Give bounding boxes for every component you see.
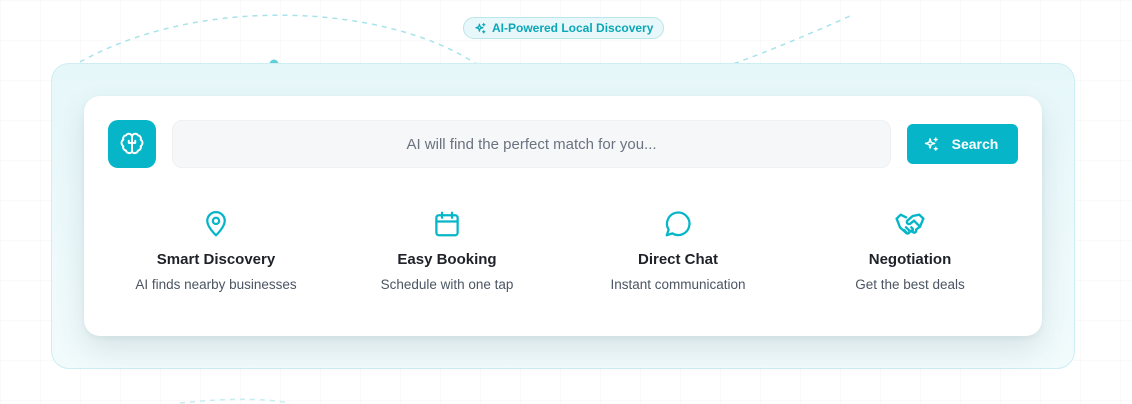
feature-description: Get the best deals [855, 277, 965, 292]
search-button-label: Search [951, 136, 999, 152]
badge-label: AI-Powered Local Discovery [492, 21, 654, 35]
sparkles-icon [924, 136, 938, 151]
search-input[interactable]: AI will find the perfect match for you..… [172, 120, 891, 168]
ai-assistant-button[interactable] [108, 120, 156, 168]
handshake-icon [895, 213, 925, 235]
map-pin-icon [206, 211, 226, 237]
feature-title: Easy Booking [397, 251, 497, 268]
feature-list: Smart Discovery AI finds nearby business… [84, 208, 1042, 318]
feature-direct-chat: Direct Chat Instant communication [563, 208, 793, 292]
ai-powered-badge: AI-Powered Local Discovery [463, 17, 665, 39]
feature-title: Negotiation [868, 251, 952, 268]
sparkles-icon [475, 22, 486, 33]
chat-bubble-icon [665, 211, 691, 237]
feature-title: Smart Discovery [156, 251, 276, 268]
calendar-icon [435, 211, 459, 237]
feature-title: Direct Chat [637, 251, 719, 268]
feature-description: Schedule with one tap [380, 277, 514, 292]
brain-icon [120, 132, 144, 155]
feature-description: Instant communication [610, 277, 746, 292]
feature-smart-discovery: Smart Discovery AI finds nearby business… [101, 208, 331, 292]
search-button[interactable]: Search [907, 124, 1018, 164]
feature-easy-booking: Easy Booking Schedule with one tap [332, 208, 562, 292]
search-placeholder: AI will find the perfect match for you..… [406, 135, 657, 153]
search-card: AI will find the perfect match for you..… [84, 96, 1042, 336]
feature-negotiation: Negotiation Get the best deals [795, 208, 1025, 292]
feature-description: AI finds nearby businesses [135, 277, 297, 292]
